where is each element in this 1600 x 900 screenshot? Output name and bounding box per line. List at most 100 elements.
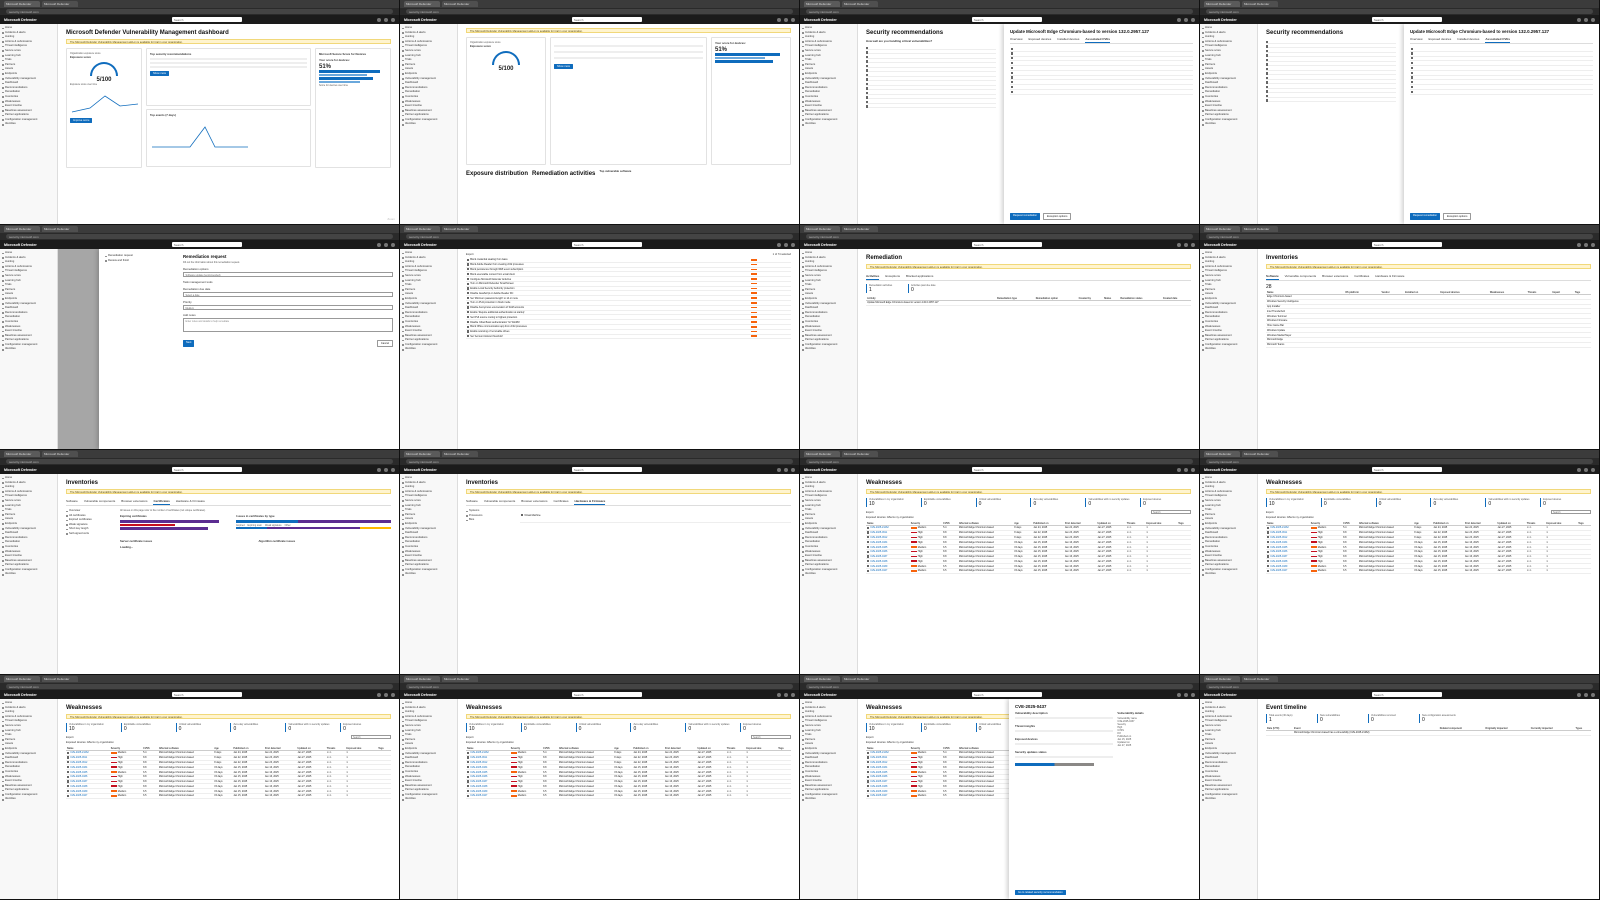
nav-item[interactable]: Identities: [402, 122, 455, 127]
panel-tab[interactable]: Exposed devices: [1029, 36, 1052, 43]
table-row[interactable]: CVE-2025-0447 Medium 6.5 Microsoft Edge …: [66, 793, 391, 799]
tab[interactable]: Hardware & Firmware: [176, 498, 205, 505]
cve-link[interactable]: CVE-2025-0612: [70, 761, 87, 764]
help-icon[interactable]: [1184, 242, 1188, 247]
settings-icon[interactable]: [777, 467, 781, 472]
avatar[interactable]: [791, 242, 795, 247]
next-button[interactable]: Next: [183, 340, 195, 347]
cve-link[interactable]: CVE-2025-0435: [870, 546, 887, 549]
notes-textarea[interactable]: Enter notes and details to help remediat…: [183, 318, 393, 332]
exception-options-button[interactable]: Exception options: [1442, 213, 1472, 220]
browser-tab[interactable]: Microsoft Defender: [42, 1, 78, 7]
cve-link[interactable]: CVE-2025-0611: [470, 756, 487, 759]
url-input[interactable]: security.microsoft.com: [806, 684, 1193, 689]
search-input[interactable]: Search: [971, 242, 1042, 247]
settings-icon[interactable]: [377, 692, 381, 697]
panel-tab[interactable]: Overview: [1410, 36, 1423, 43]
cve-link[interactable]: CVE-2025-0438: [1270, 560, 1287, 563]
cert-nav-item[interactable]: Self-signed certs: [66, 532, 116, 537]
panel-tab[interactable]: Exposed devices: [1429, 36, 1452, 43]
help-icon[interactable]: [784, 242, 788, 247]
help-icon[interactable]: [1184, 467, 1188, 472]
tab[interactable]: Browser extensions: [1322, 273, 1348, 280]
event-text[interactable]: Microsoft Edge Chromium-based has a vuln…: [1293, 730, 1439, 736]
search-input[interactable]: Search: [751, 735, 791, 739]
url-input[interactable]: security.microsoft.com: [406, 684, 793, 689]
nav-item[interactable]: Identities: [2, 572, 55, 577]
avatar[interactable]: [1191, 692, 1195, 697]
url-input[interactable]: security.microsoft.com: [806, 9, 1193, 14]
settings-icon[interactable]: [377, 467, 381, 472]
url-input[interactable]: security.microsoft.com: [6, 234, 393, 239]
help-icon[interactable]: [384, 17, 388, 22]
help-icon[interactable]: [1584, 692, 1588, 697]
search-input[interactable]: Search: [351, 735, 391, 739]
browser-tab[interactable]: Microsoft Defender: [1204, 451, 1240, 457]
cve-link[interactable]: CVE-2025-0436: [870, 550, 887, 553]
cve-link[interactable]: CVE-2025-0436: [1270, 550, 1287, 553]
settings-icon[interactable]: [1177, 242, 1181, 247]
url-input[interactable]: security.microsoft.com: [6, 9, 393, 14]
show-more-button[interactable]: Show more: [554, 64, 574, 69]
panel-tab[interactable]: Associated CVEs: [1085, 36, 1111, 43]
settings-icon[interactable]: [1177, 692, 1181, 697]
tab[interactable]: Browser extensions: [521, 498, 547, 505]
due-date-input[interactable]: Select a date: [183, 292, 393, 297]
cve-link[interactable]: CVE-2025-0611: [1270, 531, 1287, 534]
avatar[interactable]: [1591, 17, 1595, 22]
settings-icon[interactable]: [777, 242, 781, 247]
cve-link[interactable]: CVE-2025-21262: [470, 751, 488, 754]
search-input[interactable]: Search: [1371, 467, 1442, 472]
avatar[interactable]: [1591, 692, 1595, 697]
tab[interactable]: Vulnerable components: [84, 498, 115, 505]
browser-tab[interactable]: Microsoft Defender: [804, 451, 840, 457]
avatar[interactable]: [391, 692, 395, 697]
table-row[interactable]: CVE-2025-0447 Medium 6.5 Microsoft Edge …: [466, 793, 791, 799]
url-input[interactable]: security.microsoft.com: [406, 459, 793, 464]
settings-icon[interactable]: [377, 17, 381, 22]
filter-chip[interactable]: Exposed devices: Affects my organization: [466, 741, 514, 744]
url-input[interactable]: security.microsoft.com: [6, 459, 393, 464]
nav-item[interactable]: Identities: [1202, 122, 1255, 127]
cve-link[interactable]: CVE-2025-0447: [70, 794, 87, 797]
panel-tab[interactable]: Associated CVEs: [1485, 36, 1511, 43]
go-to-recommendation-button[interactable]: Go to related security recommendation: [1015, 890, 1066, 895]
tab[interactable]: Software: [1266, 273, 1279, 280]
table-row[interactable]: CVE-2025-0447 Medium 6.5 Microsoft Edge …: [1266, 568, 1591, 574]
browser-tab[interactable]: Microsoft Defender: [842, 226, 878, 232]
nav-item[interactable]: Identities: [1202, 797, 1255, 802]
url-input[interactable]: security.microsoft.com: [406, 234, 793, 239]
tab[interactable]: Hardware & Firmware: [574, 498, 606, 505]
search-input[interactable]: Search: [1371, 17, 1442, 22]
browser-tab[interactable]: Microsoft Defender: [42, 676, 78, 682]
cve-link[interactable]: CVE-2025-0439: [1270, 565, 1287, 568]
browser-tab[interactable]: Microsoft Defender: [1204, 1, 1240, 7]
list-item[interactable]: [866, 104, 996, 108]
cve-link[interactable]: CVE-2025-0436: [470, 775, 487, 778]
browser-tab[interactable]: Microsoft Defender: [842, 676, 878, 682]
filter-chip[interactable]: Exposed devices: Affects my organization: [866, 516, 914, 519]
filter-chip[interactable]: Exposed devices: Affects my organization: [1266, 516, 1314, 519]
show-more-button[interactable]: Show more: [150, 71, 170, 76]
list-item[interactable]: [1266, 98, 1396, 102]
help-icon[interactable]: [384, 692, 388, 697]
cve-link[interactable]: CVE-2025-0435: [870, 771, 887, 774]
cve-link[interactable]: CVE-2025-0435: [1270, 546, 1287, 549]
avatar[interactable]: [391, 242, 395, 247]
cve-link[interactable]: CVE-2025-0447: [1270, 569, 1287, 572]
avatar[interactable]: [791, 17, 795, 22]
request-remediation-button[interactable]: Request remediation: [1410, 213, 1440, 220]
browser-tab[interactable]: Microsoft Defender: [442, 1, 478, 7]
browser-tab[interactable]: Microsoft Defender: [4, 1, 40, 7]
url-input[interactable]: security.microsoft.com: [806, 234, 1193, 239]
url-input[interactable]: security.microsoft.com: [6, 684, 393, 689]
tab[interactable]: Exceptions: [885, 273, 900, 280]
search-input[interactable]: Search: [571, 17, 642, 22]
nav-item[interactable]: Identities: [1202, 347, 1255, 352]
url-input[interactable]: security.microsoft.com: [806, 459, 1193, 464]
table-row[interactable]: CVE-2025-0447 Medium 6.5 Microsoft Edge …: [866, 568, 1191, 574]
tab[interactable]: Activities: [866, 273, 880, 280]
search-input[interactable]: Search: [571, 242, 642, 247]
browser-tab[interactable]: Microsoft Defender: [442, 676, 478, 682]
table-row[interactable]: Set 'Account lockout threshold': [466, 334, 791, 340]
